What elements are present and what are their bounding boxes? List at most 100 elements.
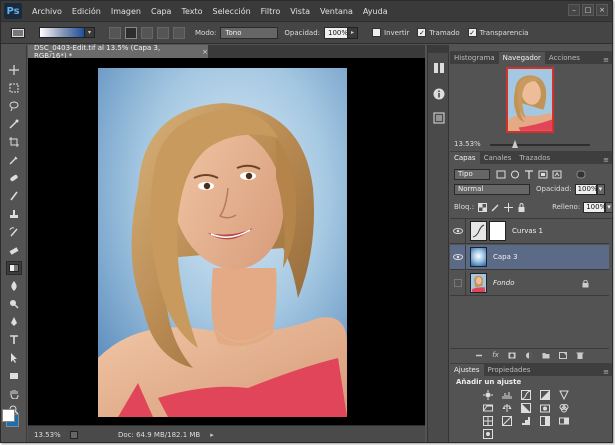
blur-tool[interactable] [6,279,22,293]
link-layers-icon[interactable] [475,352,483,359]
tab-paths[interactable]: Trazados [515,152,554,164]
tab-properties[interactable]: Propiedades [484,364,535,376]
exposure-icon[interactable] [539,389,551,400]
vibrance-icon[interactable] [558,389,570,400]
layer-opacity-input[interactable]: 100% [574,183,598,195]
menu-archivo[interactable]: Archivo [32,7,62,16]
close-document-icon[interactable]: × [202,48,208,56]
linear-gradient-button[interactable] [109,26,121,39]
adjustments-panel-menu-icon[interactable]: ≡ [603,368,609,376]
diamond-gradient-button[interactable] [173,26,185,39]
foreground-color-swatch[interactable] [2,409,15,422]
add-mask-icon[interactable] [508,352,516,359]
navigator-zoom-value[interactable]: 13.53% [454,140,481,148]
new-adjustment-layer-icon[interactable] [525,352,533,359]
crop-tool[interactable] [6,135,22,149]
photo-filter-icon[interactable] [539,402,551,413]
filter-shape-icon[interactable] [538,170,548,179]
levels-icon[interactable] [501,389,513,400]
navigator-zoom-slider[interactable] [490,144,590,146]
type-tool[interactable] [6,333,22,347]
layer-row-curvas[interactable]: Curvas 1 [450,218,609,244]
hand-tool[interactable] [6,387,22,401]
menu-texto[interactable]: Texto [181,7,202,16]
layer-row-capa-3[interactable]: Capa 3 [450,244,609,270]
new-layer-icon[interactable] [558,351,567,359]
brush-tool[interactable] [6,189,22,203]
layer-visibility-toggle[interactable] [450,270,466,296]
document-canvas[interactable] [28,58,425,425]
tool-preset-picker[interactable] [7,25,29,41]
gradient-tool[interactable] [6,261,22,275]
black-white-icon[interactable] [520,402,532,413]
lock-all-icon[interactable] [517,202,526,212]
layer-visibility-toggle[interactable] [450,244,466,270]
radial-gradient-button[interactable] [125,26,137,39]
filter-pixel-icon[interactable] [496,170,506,179]
angle-gradient-button[interactable] [141,26,153,39]
menu-edicion[interactable]: Edición [72,7,101,16]
selective-color-icon[interactable] [482,428,494,439]
layer-opacity-arrow[interactable]: ▾ [596,183,605,195]
posterize-icon[interactable] [520,415,532,426]
rectangle-tool[interactable] [6,369,22,383]
status-menu-icon[interactable] [70,430,78,439]
navigator-thumbnail[interactable] [506,67,554,133]
close-button[interactable]: × [596,4,608,16]
tab-layers[interactable]: Capas [450,152,480,164]
tab-histogram[interactable]: Histograma [450,52,499,64]
tab-channels[interactable]: Canales [480,152,516,164]
layers-panel-menu-icon[interactable]: ≡ [603,156,609,164]
eyedropper-tool[interactable] [6,153,22,167]
menu-imagen[interactable]: Imagen [111,7,141,16]
maximize-button[interactable]: □ [582,4,594,16]
pen-tool[interactable] [6,315,22,329]
minimize-button[interactable]: – [568,4,580,16]
tab-adjustments[interactable]: Ajustes [450,364,484,376]
eraser-tool[interactable] [6,243,22,257]
zoom-field[interactable]: 13.53% [34,431,64,439]
document-tab[interactable]: DSC_0403-Edit.tif al 13.5% (Capa 3, RGB/… [28,44,208,60]
lock-position-icon[interactable] [504,202,514,212]
lasso-tool[interactable] [6,99,22,113]
invert-icon[interactable] [501,415,513,426]
quick-selection-tool[interactable] [6,117,22,131]
delete-layer-icon[interactable] [576,352,584,359]
transparency-checkbox[interactable]: ✓ [467,28,477,37]
marquee-tool[interactable] [6,81,22,95]
new-group-icon[interactable] [542,352,550,359]
layer-row-fondo[interactable]: Fondo [450,270,609,296]
dodge-tool[interactable] [6,297,22,311]
opacity-arrow[interactable]: ▸ [348,26,358,39]
status-arrow-icon[interactable]: ▸ [210,431,214,439]
info-panel-button[interactable] [432,87,446,101]
layer-visibility-toggle[interactable] [450,218,466,244]
gradient-preview[interactable] [39,27,85,38]
channel-mixer-icon[interactable] [558,402,570,413]
move-tool[interactable] [6,63,22,77]
layer-filter-select[interactable]: Tipo [454,168,490,180]
brightness-contrast-icon[interactable] [482,389,494,400]
layer-style-icon[interactable]: fx [492,351,499,359]
blend-mode-select[interactable]: Normal [454,183,530,195]
menu-vista[interactable]: Vista [290,7,310,16]
mode-select[interactable]: Tono [220,26,279,39]
reflected-gradient-button[interactable] [157,26,169,39]
dither-checkbox[interactable]: ✓ [417,28,427,37]
history-brush-tool[interactable] [6,225,22,239]
filter-toggle-icon[interactable] [576,170,586,179]
menu-ayuda[interactable]: Ayuda [363,7,388,16]
healing-brush-tool[interactable] [6,171,22,185]
history-panel-button[interactable] [432,61,446,75]
app-logo[interactable]: Ps [4,3,22,19]
lock-pixels-icon[interactable] [491,203,500,212]
menu-ventana[interactable]: Ventana [320,7,353,16]
filter-smart-object-icon[interactable] [552,170,562,179]
tab-actions[interactable]: Acciones [545,52,584,64]
lock-transparency-icon[interactable] [478,202,488,212]
properties-panel-button[interactable] [432,111,446,125]
fill-input[interactable]: 100% [583,201,606,213]
filter-adjustment-icon[interactable] [510,170,520,179]
path-selection-tool[interactable] [6,351,22,365]
hue-saturation-icon[interactable] [482,402,494,413]
